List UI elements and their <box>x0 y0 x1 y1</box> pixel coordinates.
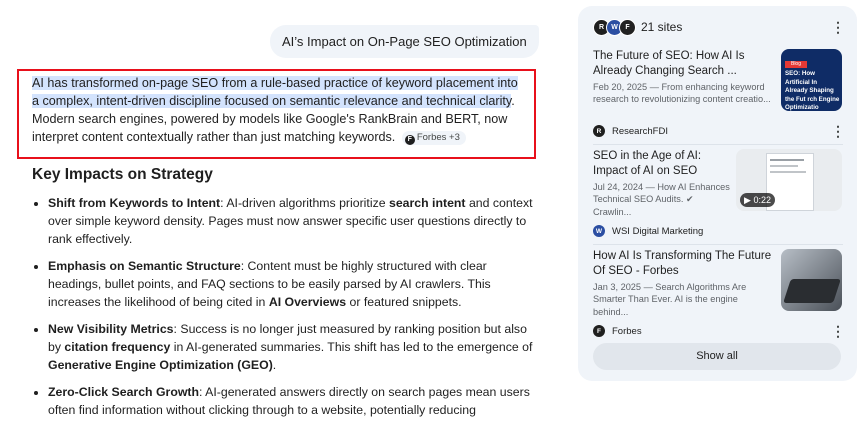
show-all-button[interactable]: Show all <box>593 343 841 370</box>
video-thumbnail[interactable]: ▶ 0:22 <box>736 149 842 211</box>
sources-header[interactable]: R W F 21 sites <box>593 18 682 36</box>
point-text: in AI-generated summaries. This shift ha… <box>170 340 533 354</box>
researchfdi-icon: R <box>593 125 605 137</box>
point-title: New Visibility Metrics <box>48 322 174 336</box>
thumbnail-line <box>770 159 804 161</box>
source-card[interactable]: The Future of SEO: How AI Is Already Cha… <box>593 49 845 139</box>
more-options-icon[interactable]: ⋮ <box>831 19 845 35</box>
video-duration: 0:22 <box>753 195 771 205</box>
source-snippet: Feb 20, 2025 — From enhancing keyword re… <box>593 82 771 105</box>
thumbnail-line <box>770 171 806 173</box>
point-text: . <box>272 358 277 372</box>
source-thumbnail[interactable] <box>781 249 842 311</box>
source-card[interactable]: SEO in the Age of AI: Impact of AI on SE… <box>593 149 843 239</box>
thumbnail-text: SEO: How Artificial In Already Shaping t… <box>785 70 840 111</box>
source-name: Forbes <box>612 325 642 337</box>
list-item: Zero-Click Search Growth: AI-generated a… <box>48 383 538 419</box>
forbes-icon: F <box>593 325 605 337</box>
list-item: Emphasis on Semantic Structure: Content … <box>48 257 538 311</box>
point-emphasis: AI Overviews <box>268 295 347 309</box>
source-snippet: Jul 24, 2024 — How AI Enhances Technical… <box>593 182 730 217</box>
laptop-keyboard-image <box>783 279 841 303</box>
more-options-icon[interactable]: ⋮ <box>831 323 845 339</box>
source-thumbnail[interactable]: Blog SEO: How Artificial In Already Shap… <box>781 49 842 111</box>
source-site[interactable]: F Forbes <box>593 324 642 338</box>
source-site[interactable]: W WSI Digital Marketing <box>593 224 703 238</box>
point-title: Zero-Click Search Growth <box>48 385 200 399</box>
divider <box>593 144 843 145</box>
wsi-icon: W <box>593 225 605 237</box>
more-options-icon[interactable]: ⋮ <box>831 123 845 139</box>
source-title[interactable]: The Future of SEO: How AI Is Already Cha… <box>593 49 773 79</box>
source-name: WSI Digital Marketing <box>612 225 704 237</box>
divider <box>593 244 843 245</box>
impact-list: Shift from Keywords to Intent: AI-driven… <box>32 194 538 428</box>
point-title: Shift from Keywords to Intent <box>48 196 221 210</box>
source-card[interactable]: How AI Is Transforming The Future Of SEO… <box>593 249 845 339</box>
answer-paragraph: AI has transformed on-page SEO from a ru… <box>32 74 518 146</box>
point-emphasis: search intent <box>388 196 466 210</box>
point-text: : AI-driven algorithms prioritize <box>220 196 389 210</box>
source-site[interactable]: R ResearchFDI <box>593 124 668 138</box>
point-title: Emphasis on Semantic Structure <box>48 259 241 273</box>
source-name: ResearchFDI <box>612 125 668 137</box>
point-emphasis: Generative Engine Optimization (GEO) <box>48 358 273 372</box>
thumbnail-tag: Blog <box>785 61 807 68</box>
highlighted-answer-text: AI has transformed on-page SEO from a ru… <box>32 76 518 108</box>
source-title[interactable]: How AI Is Transforming The Future Of SEO… <box>593 249 773 279</box>
point-text: or featured snippets. <box>346 295 462 309</box>
video-duration-badge: ▶ 0:22 <box>740 193 775 207</box>
point-emphasis: citation frequency <box>64 340 171 354</box>
section-heading: Key Impacts on Strategy <box>32 166 213 183</box>
source-title[interactable]: SEO in the Age of AI: Impact of AI on SE… <box>593 149 733 179</box>
citation-label: Forbes +3 <box>416 132 460 143</box>
forbes-icon: F <box>619 18 636 36</box>
source-snippet: Jan 3, 2025 — Search Algorithms Are Smar… <box>593 282 747 317</box>
sources-panel: R W F 21 sites ⋮ The Future of SEO: How … <box>578 6 857 381</box>
citation-chip[interactable]: F Forbes +3 <box>401 131 466 145</box>
forbes-icon: F <box>404 135 415 145</box>
list-item: New Visibility Metrics: Success is no lo… <box>48 320 538 374</box>
sites-count: 21 sites <box>641 20 683 34</box>
list-item: Shift from Keywords to Intent: AI-driven… <box>48 194 538 248</box>
thumbnail-line <box>770 165 798 167</box>
play-icon: ▶ <box>744 195 751 205</box>
user-query-bubble: AI’s Impact on On-Page SEO Optimization <box>270 25 539 58</box>
